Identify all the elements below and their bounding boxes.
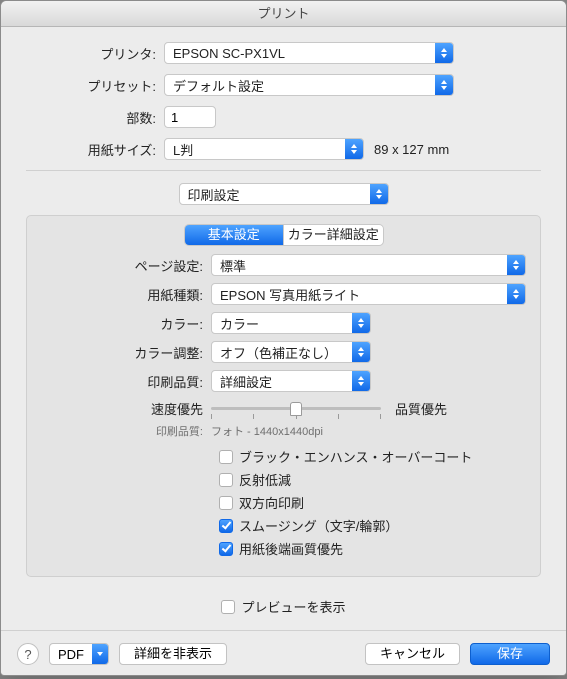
checkbox-icon (219, 473, 233, 487)
check-show-preview[interactable]: プレビューを表示 (221, 597, 345, 616)
check-label: 反射低減 (239, 470, 291, 489)
checkbox-icon (219, 450, 233, 464)
color-select[interactable]: カラー (211, 312, 371, 334)
dialog-footer: ? PDF 詳細を非表示 キャンセル 保存 (1, 630, 566, 679)
check-trailing-edge[interactable]: 用紙後端画質優先 (219, 539, 526, 558)
check-label: プレビューを表示 (241, 597, 345, 616)
separator (26, 170, 541, 171)
cancel-button[interactable]: キャンセル (365, 643, 460, 665)
copies-label: 部数: (26, 108, 164, 127)
checkbox-icon (219, 519, 233, 533)
chevron-updown-icon (352, 371, 370, 391)
print-quality-select[interactable]: 詳細設定 (211, 370, 371, 392)
chevron-updown-icon (435, 43, 453, 63)
paper-size-dim: 89 x 127 mm (374, 142, 449, 157)
check-label: ブラック・エンハンス・オーバーコート (239, 447, 472, 466)
hide-details-button[interactable]: 詳細を非表示 (119, 643, 227, 665)
copies-input[interactable] (164, 106, 216, 128)
chevron-updown-icon (345, 139, 363, 159)
checkbox-icon (221, 600, 235, 614)
color-adjust-select[interactable]: オフ（色補正なし） (211, 341, 371, 363)
printer-select[interactable]: EPSON SC-PX1VL (164, 42, 454, 64)
print-settings-panel: 基本設定 カラー詳細設定 ページ設定: 標準 用紙種類: EPSON 写真用紙ラ… (26, 215, 541, 577)
check-label: スムージング（文字/輪郭） (239, 516, 398, 535)
paper-size-select[interactable]: L判 (164, 138, 364, 160)
window-title: プリント (1, 1, 566, 27)
save-button[interactable]: 保存 (470, 643, 550, 665)
check-bidirectional[interactable]: 双方向印刷 (219, 493, 526, 512)
tab-color-advanced[interactable]: カラー詳細設定 (283, 225, 383, 245)
quality-hint-label: 印刷品質: (41, 423, 211, 439)
chevron-updown-icon (435, 75, 453, 95)
speed-priority-label: 速度優先 (41, 399, 211, 418)
quality-hint-value: フォト - 1440x1440dpi (211, 423, 323, 439)
print-quality-label: 印刷品質: (41, 372, 211, 391)
tab-basic[interactable]: 基本設定 (185, 225, 284, 245)
print-dialog: プリント プリンタ: EPSON SC-PX1VL プリセット: デフォルト設定… (0, 0, 567, 676)
page-setup-label: ページ設定: (41, 256, 211, 275)
pdf-menu-button[interactable]: PDF (49, 643, 109, 665)
media-type-label: 用紙種類: (41, 285, 211, 304)
printer-label: プリンタ: (26, 44, 164, 63)
check-label: 用紙後端画質優先 (239, 539, 343, 558)
checkbox-icon (219, 496, 233, 510)
check-label: 双方向印刷 (239, 493, 304, 512)
quality-priority-label: 品質優先 (395, 399, 447, 418)
paper-size-label: 用紙サイズ: (26, 140, 164, 159)
chevron-updown-icon (352, 313, 370, 333)
page-setup-select[interactable]: 標準 (211, 254, 526, 276)
check-smoothing[interactable]: スムージング（文字/輪郭） (219, 516, 526, 535)
chevron-updown-icon (507, 255, 525, 275)
color-label: カラー: (41, 314, 211, 333)
check-reflection-reduce[interactable]: 反射低減 (219, 470, 526, 489)
checkbox-icon (219, 542, 233, 556)
check-black-enhance[interactable]: ブラック・エンハンス・オーバーコート (219, 447, 526, 466)
settings-tabs: 基本設定 カラー詳細設定 (184, 224, 384, 246)
section-select[interactable]: 印刷設定 (179, 183, 389, 205)
media-type-select[interactable]: EPSON 写真用紙ライト (211, 283, 526, 305)
chevron-down-icon (92, 644, 108, 664)
chevron-updown-icon (507, 284, 525, 304)
dialog-content: プリンタ: EPSON SC-PX1VL プリセット: デフォルト設定 部数: … (1, 27, 566, 630)
preset-select[interactable]: デフォルト設定 (164, 74, 454, 96)
color-adjust-label: カラー調整: (41, 343, 211, 362)
chevron-updown-icon (352, 342, 370, 362)
preset-label: プリセット: (26, 76, 164, 95)
chevron-updown-icon (370, 184, 388, 204)
help-button[interactable]: ? (17, 643, 39, 665)
quality-slider[interactable] (211, 401, 381, 417)
